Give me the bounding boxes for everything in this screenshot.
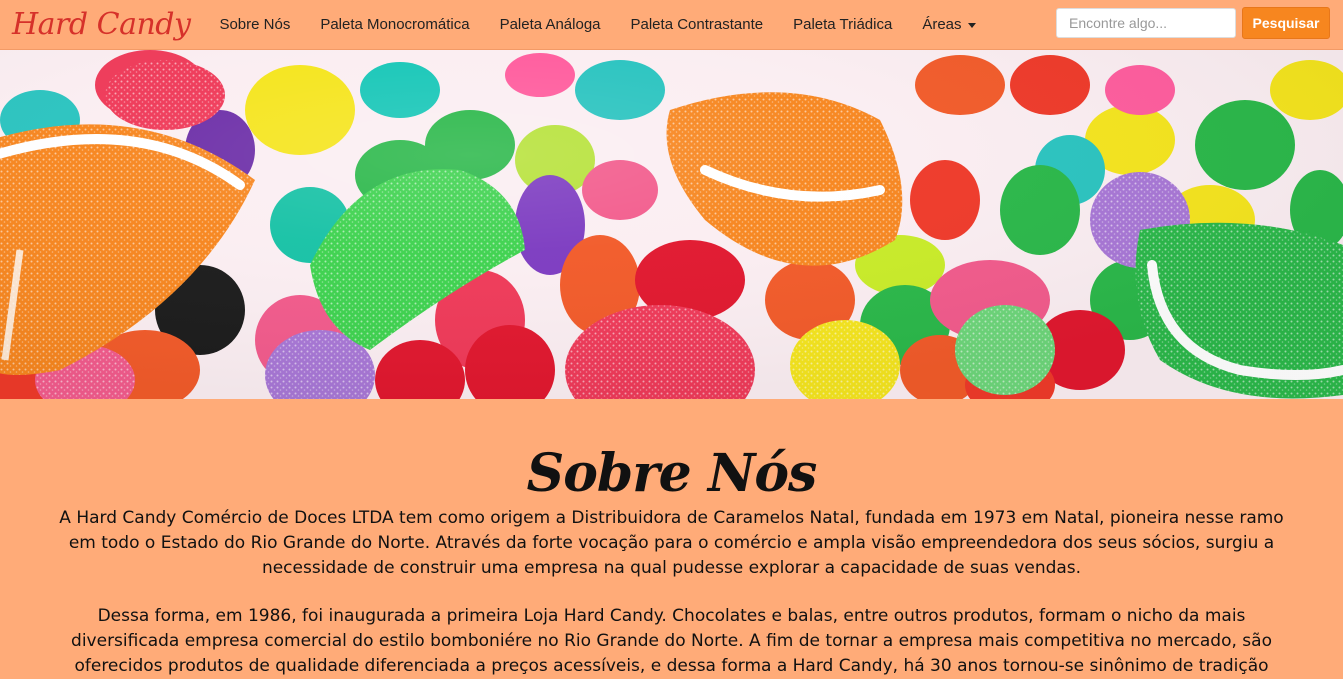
nav-item-paleta-triadica[interactable]: Paleta Triádica [778, 0, 907, 49]
section-title: Sobre Nós [526, 443, 818, 504]
caret-down-icon [967, 22, 976, 28]
search-form: Pesquisar [1056, 7, 1330, 39]
nav-item-areas-dropdown[interactable]: Áreas [907, 0, 990, 49]
nav-item-sobre-nos[interactable]: Sobre Nós [204, 0, 305, 49]
about-paragraph-2: Dessa forma, em 1986, foi inaugurada a p… [71, 606, 1272, 676]
hero-banner [0, 50, 1343, 399]
search-input[interactable] [1056, 8, 1236, 38]
brand-logo[interactable]: Hard Candy [12, 7, 191, 42]
navbar: Hard Candy Sobre Nós Paleta Monocromátic… [0, 0, 1343, 50]
about-paragraph-1: A Hard Candy Comércio de Doces LTDA tem … [59, 508, 1284, 578]
nav-item-areas-label: Áreas [922, 16, 962, 33]
search-button[interactable]: Pesquisar [1242, 7, 1330, 39]
nav-item-paleta-monocromatica[interactable]: Paleta Monocromática [305, 0, 484, 49]
nav-item-paleta-contrastante[interactable]: Paleta Contrastante [616, 0, 779, 49]
about-section: Sobre Nós A Hard Candy Comércio de Doces… [0, 399, 1343, 679]
nav-menu: Sobre Nós Paleta Monocromática Paleta An… [204, 0, 990, 49]
nav-item-paleta-analoga[interactable]: Paleta Análoga [485, 0, 616, 49]
candies-image [0, 50, 1343, 399]
